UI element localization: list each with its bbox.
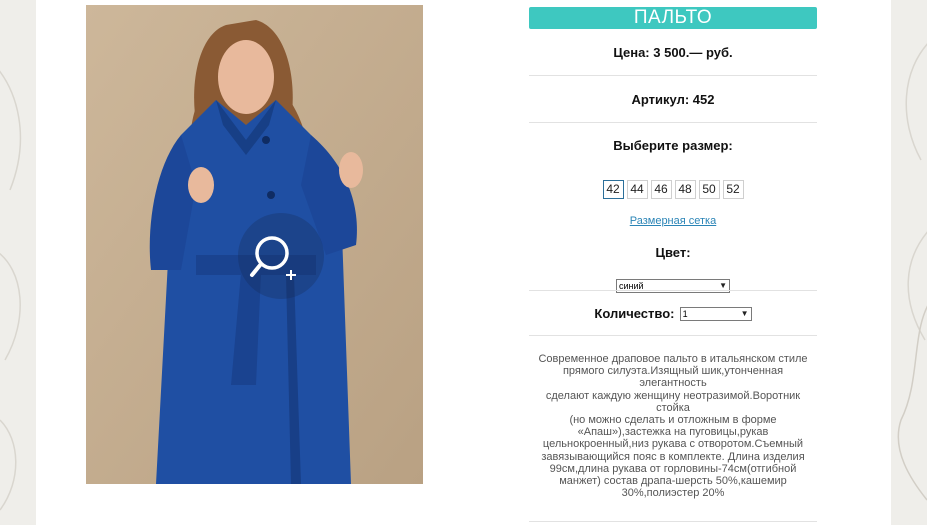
description-line: завязывающийся пояс в комплекте. Длина и… [541,450,805,463]
size-label: Выберите размер: [613,138,733,153]
color-label: Цвет: [655,245,691,260]
divider [529,521,817,522]
color-select-value: синий [619,280,644,291]
divider [529,122,817,123]
size-option-44[interactable]: 44 [626,180,648,199]
description-line: Современное драповое пальто в итальянско… [538,353,808,365]
size-chart-link[interactable]: Размерная сетка [630,215,716,227]
quantity-select[interactable]: 1 ▼ [679,306,752,321]
chevron-down-icon: ▼ [740,308,749,318]
product-photo[interactable] [86,5,423,484]
description-line: (но можно сделать и отложным в форме [569,414,777,427]
divider [529,335,817,336]
description-line: манжет) состав драпа-шерсть 50%,кашемир [559,475,787,488]
description-line: «Апаш»),застежка на пуговицы,рукав [577,426,769,439]
description-line: 30%,полиэстер 20% [621,487,725,500]
size-selector: 42 44 46 48 50 52 [529,180,817,199]
product-article: Артикул: 452 [631,92,715,107]
size-option-52[interactable]: 52 [722,180,744,199]
background-decoration-right [891,0,927,525]
size-option-46[interactable]: 46 [650,180,672,199]
divider [529,290,817,291]
product-price: Цена: 3 500.— руб. [613,45,733,60]
quantity-select-value: 1 [682,308,688,319]
size-option-42[interactable]: 42 [602,180,624,199]
description-line: сделают каждую женщину неотразимой.Ворот… [545,389,801,414]
zoom-in-icon[interactable] [248,233,304,289]
size-option-48[interactable]: 48 [674,180,696,199]
product-info-panel: ПАЛЬТО Цена: 3 500.— руб. Артикул: 452 В… [529,7,817,522]
description-line: прямого силуэта.Изящный шик,утонченная э… [562,365,784,390]
content-page: ПАЛЬТО Цена: 3 500.— руб. Артикул: 452 В… [36,0,891,525]
quantity-label: Количество: [594,306,675,321]
background-decoration-left [0,0,36,525]
product-title: ПАЛЬТО [529,7,817,29]
description-line: цельнокроенный,низ рукава с отворотом.Съ… [542,438,804,451]
product-description: Современное драповое пальто в итальянско… [534,353,812,499]
divider [529,75,817,76]
size-option-50[interactable]: 50 [698,180,720,199]
description-line: 99см,длина рукава от горловины-74см(отги… [549,462,797,475]
